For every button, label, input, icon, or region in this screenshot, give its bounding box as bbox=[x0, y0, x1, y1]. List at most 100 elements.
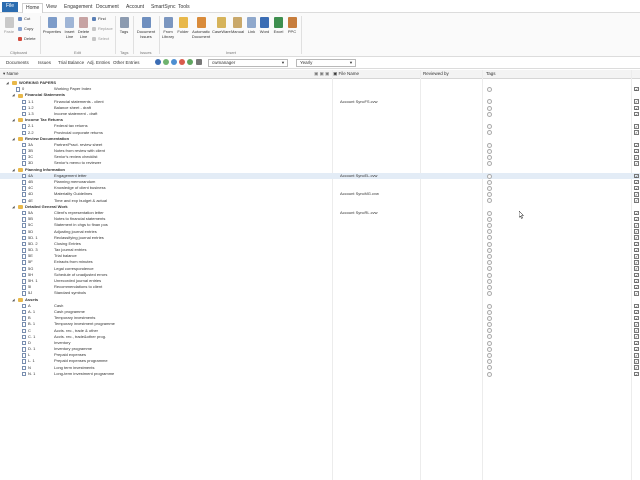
tag-icon[interactable] bbox=[487, 235, 492, 241]
tag-icon[interactable] bbox=[487, 155, 492, 161]
link-button[interactable]: Link bbox=[246, 17, 257, 34]
tag-icon[interactable] bbox=[487, 315, 492, 321]
row-checkbox[interactable]: ✓ bbox=[634, 254, 639, 259]
column-header-file-name[interactable]: ▣ File Name bbox=[333, 71, 359, 77]
row-checkbox[interactable]: ✓ bbox=[634, 241, 639, 247]
home-icon[interactable] bbox=[196, 59, 202, 65]
tag-icon[interactable] bbox=[487, 365, 492, 371]
row-checkbox[interactable]: ✓ bbox=[634, 346, 639, 352]
tag-icon[interactable] bbox=[487, 99, 492, 105]
cut-button[interactable]: Cut bbox=[18, 16, 30, 22]
tag-icon[interactable] bbox=[487, 340, 492, 346]
tag-icon[interactable] bbox=[487, 148, 492, 154]
trial-balance-tab[interactable]: Trial Balance bbox=[58, 60, 84, 65]
tag-icon[interactable] bbox=[487, 303, 492, 309]
tag-icon[interactable] bbox=[487, 173, 492, 179]
tag-icon[interactable] bbox=[487, 192, 492, 198]
tag-icon[interactable] bbox=[487, 291, 492, 297]
tag-icon[interactable] bbox=[487, 130, 492, 136]
row-checkbox[interactable]: ✓ bbox=[634, 303, 639, 309]
tag-icon[interactable] bbox=[487, 359, 492, 365]
ppc-button[interactable]: PPC bbox=[286, 17, 298, 34]
tab-account[interactable]: Account bbox=[123, 3, 147, 13]
row-checkbox[interactable]: ✓ bbox=[634, 105, 639, 111]
row-checkbox[interactable]: ✓ bbox=[634, 328, 639, 333]
column-header-tags[interactable]: Tags bbox=[486, 71, 496, 76]
row-checkbox[interactable]: ✓ bbox=[634, 291, 639, 296]
row-checkbox[interactable]: ✓ bbox=[634, 229, 639, 234]
tab-file[interactable]: File bbox=[2, 2, 19, 12]
row-checkbox[interactable]: ✓ bbox=[634, 173, 639, 179]
insert-line-button[interactable]: Insert Line bbox=[63, 17, 76, 39]
tag-icon[interactable] bbox=[487, 179, 492, 185]
tag-icon[interactable] bbox=[487, 210, 492, 216]
row-checkbox[interactable]: ✓ bbox=[634, 185, 639, 191]
excel-button[interactable]: Excel bbox=[272, 17, 285, 34]
tag-icon[interactable] bbox=[487, 346, 492, 352]
forward-arrow-icon[interactable] bbox=[155, 59, 161, 65]
row-checkbox[interactable]: ✓ bbox=[634, 198, 639, 203]
copy-button[interactable]: Copy bbox=[18, 26, 33, 32]
tag-icon[interactable] bbox=[487, 334, 492, 340]
row-checkbox[interactable]: ✓ bbox=[634, 359, 639, 364]
tag-icon[interactable] bbox=[487, 328, 492, 334]
tag-icon[interactable] bbox=[487, 105, 492, 111]
period-select[interactable]: Yearly ▼ bbox=[296, 59, 356, 67]
delete-line-button[interactable]: Delete Line bbox=[77, 17, 90, 39]
select-button[interactable]: Select bbox=[92, 36, 109, 42]
word-button[interactable]: Word bbox=[258, 17, 271, 34]
tag-icon[interactable] bbox=[487, 241, 492, 247]
tag-icon[interactable] bbox=[487, 161, 492, 167]
row-checkbox[interactable]: ✓ bbox=[634, 315, 639, 321]
row-checkbox[interactable]: ✓ bbox=[634, 223, 639, 228]
tab-view[interactable]: View bbox=[43, 3, 60, 13]
tab-document[interactable]: Document bbox=[93, 3, 122, 13]
tag-icon[interactable] bbox=[487, 260, 492, 266]
properties-button[interactable]: Properties bbox=[42, 17, 62, 34]
row-checkbox[interactable]: ✓ bbox=[634, 260, 639, 265]
row-checkbox[interactable]: ✓ bbox=[634, 86, 639, 92]
find-button[interactable]: Find bbox=[92, 16, 106, 22]
tag-icon[interactable] bbox=[487, 371, 492, 377]
row-checkbox[interactable]: ✓ bbox=[634, 278, 639, 284]
row-checkbox[interactable]: ✓ bbox=[634, 161, 639, 166]
manual-button[interactable]: Manual bbox=[230, 17, 245, 34]
tag-icon[interactable] bbox=[487, 185, 492, 191]
row-checkbox[interactable]: ✓ bbox=[634, 309, 639, 315]
issues-tab[interactable]: Issues bbox=[38, 60, 51, 65]
tag-icon[interactable] bbox=[487, 322, 492, 328]
adj-entries-tab[interactable]: Adj. Entries bbox=[87, 60, 110, 65]
document-issues-button[interactable]: Document Issues bbox=[135, 17, 157, 39]
row-checkbox[interactable]: ✓ bbox=[634, 210, 639, 216]
row-checkbox[interactable]: ✓ bbox=[634, 266, 639, 271]
row-checkbox[interactable]: ✓ bbox=[634, 340, 639, 346]
delete-button[interactable]: Delete bbox=[18, 36, 36, 42]
tag-icon[interactable] bbox=[487, 111, 492, 117]
row-checkbox[interactable]: ✓ bbox=[634, 148, 639, 154]
refresh-icon[interactable] bbox=[163, 59, 169, 65]
row-checkbox[interactable]: ✓ bbox=[634, 235, 639, 240]
sync-icon[interactable] bbox=[171, 59, 177, 65]
row-checkbox[interactable]: ✓ bbox=[634, 142, 639, 148]
tag-icon[interactable] bbox=[487, 198, 492, 204]
tab-home[interactable]: Home bbox=[22, 3, 44, 13]
tag-icon[interactable] bbox=[487, 266, 492, 272]
tag-icon[interactable] bbox=[487, 229, 492, 235]
caseware-button[interactable]: CaseWare bbox=[212, 17, 231, 34]
paste-button[interactable]: Paste bbox=[3, 17, 15, 34]
row-checkbox[interactable]: ✓ bbox=[634, 284, 639, 290]
column-header-name[interactable]: ▾ Name bbox=[3, 71, 19, 77]
tag-icon[interactable] bbox=[487, 284, 492, 290]
row-checkbox[interactable]: ✓ bbox=[634, 99, 639, 104]
row-checkbox[interactable]: ✓ bbox=[634, 353, 639, 358]
user-select[interactable]: cwmanager ▼ bbox=[208, 59, 288, 67]
tag-icon[interactable] bbox=[487, 223, 492, 229]
tab-smartsync[interactable]: SmartSync bbox=[148, 3, 178, 13]
documents-tab[interactable]: Documents bbox=[6, 60, 29, 65]
automatic-document-button[interactable]: Automatic Document bbox=[190, 17, 212, 39]
tag-icon[interactable] bbox=[487, 272, 492, 278]
row-checkbox[interactable]: ✓ bbox=[634, 371, 639, 377]
tag-icon[interactable] bbox=[487, 254, 492, 260]
tag-icon[interactable] bbox=[487, 124, 492, 130]
column-header-reviewed-by[interactable]: Reviewed by bbox=[423, 71, 449, 76]
